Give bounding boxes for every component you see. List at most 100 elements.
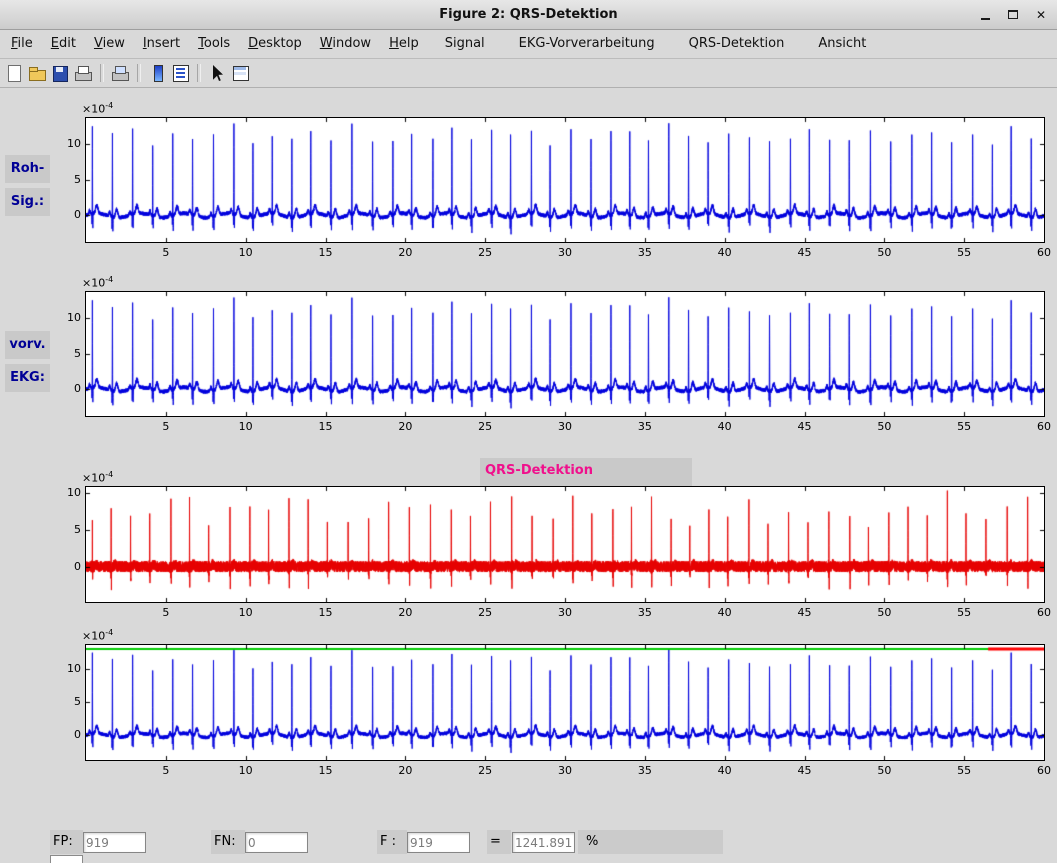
x-tick-label: 50 [872, 764, 896, 777]
x-tick-label: 5 [154, 606, 178, 619]
x-tick-label: 30 [553, 764, 577, 777]
x-tick-label: 40 [713, 606, 737, 619]
y-tick-label: 5 [52, 523, 81, 536]
insert-table-icon[interactable] [230, 63, 251, 83]
y-axis-exponent-label: ×10-4 [82, 628, 113, 643]
raw-signal-label-line1: Roh- [5, 155, 50, 183]
x-tick-label: 40 [713, 246, 737, 259]
y-tick-label: 10 [52, 311, 81, 324]
plot-canvas-detected [86, 645, 1044, 760]
x-tick-label: 45 [793, 606, 817, 619]
new-file-icon[interactable] [4, 63, 25, 83]
plot-detected-beats: 510152025303540455055600510×10-4 [85, 644, 1045, 761]
x-tick-label: 35 [633, 606, 657, 619]
x-tick-label: 55 [952, 246, 976, 259]
x-tick-label: 35 [633, 420, 657, 433]
x-tick-label: 60 [1032, 606, 1056, 619]
maximize-button[interactable] [1005, 7, 1021, 23]
plot-raw-signal: 510152025303540455055600510×10-4 [85, 117, 1045, 243]
percent-label: % [578, 830, 723, 854]
menu-bar: FileEditViewInsertToolsDesktopWindowHelp… [0, 30, 1057, 59]
y-axis-exponent-label: ×10-4 [82, 101, 113, 116]
y-tick-label: 10 [52, 486, 81, 499]
x-tick-label: 30 [553, 606, 577, 619]
x-tick-label: 25 [473, 246, 497, 259]
equals-label: = [487, 830, 511, 854]
y-tick-label: 0 [52, 382, 81, 395]
x-tick-label: 20 [393, 420, 417, 433]
save-icon[interactable] [50, 63, 71, 83]
y-axis-exponent-label: ×10-4 [82, 470, 113, 485]
plot-canvas-raw [86, 118, 1044, 242]
f-field[interactable] [407, 832, 470, 853]
toolbar-separator [100, 64, 104, 82]
x-tick-label: 50 [872, 420, 896, 433]
axes-raw-signal [85, 117, 1045, 243]
menu-item-edit[interactable]: Edit [42, 30, 85, 58]
menu-item-help[interactable]: Help [380, 30, 428, 58]
preprocessed-label-line1: vorv. [5, 331, 50, 359]
qrs-plot-title: QRS-Detektion [480, 458, 692, 486]
edit-plot-pointer-icon[interactable] [207, 63, 228, 83]
plot-preprocessed-ekg: 510152025303540455055600510×10-4 [85, 291, 1045, 417]
x-tick-label: 15 [314, 246, 338, 259]
toolbar-separator [197, 64, 201, 82]
x-tick-label: 25 [473, 606, 497, 619]
cutoff-edit-field[interactable] [50, 855, 83, 863]
menu-item-insert[interactable]: Insert [134, 30, 189, 58]
close-icon: ✕ [1036, 9, 1046, 21]
y-tick-label: 5 [52, 347, 81, 360]
x-tick-label: 25 [473, 764, 497, 777]
x-tick-label: 60 [1032, 764, 1056, 777]
y-axis-exponent-label: ×10-4 [82, 275, 113, 290]
maximize-icon [1008, 10, 1018, 19]
x-tick-label: 40 [713, 420, 737, 433]
ratio-field[interactable] [512, 832, 575, 853]
legend-icon[interactable] [170, 63, 191, 83]
x-tick-label: 45 [793, 764, 817, 777]
print-icon[interactable] [73, 63, 94, 83]
print-preview-icon[interactable] [110, 63, 131, 83]
title-bar[interactable]: Figure 2: QRS-Detektion ✕ [0, 0, 1057, 30]
x-tick-label: 5 [154, 246, 178, 259]
y-tick-label: 0 [52, 208, 81, 221]
minimize-icon [981, 18, 990, 20]
window-controls: ✕ [977, 0, 1049, 29]
menu-item-ekg-vorverarbeitung[interactable]: EKG-Vorverarbeitung [502, 30, 672, 58]
x-tick-label: 10 [234, 764, 258, 777]
window-title: Figure 2: QRS-Detektion [439, 7, 617, 22]
menu-item-window[interactable]: Window [311, 30, 380, 58]
x-tick-label: 20 [393, 764, 417, 777]
menu-item-desktop[interactable]: Desktop [239, 30, 311, 58]
menu-item-ansicht[interactable]: Ansicht [801, 30, 883, 58]
x-tick-label: 50 [872, 246, 896, 259]
menu-item-view[interactable]: View [85, 30, 134, 58]
menu-item-qrs-detektion[interactable]: QRS-Detektion [672, 30, 802, 58]
fp-field[interactable] [83, 832, 146, 853]
x-tick-label: 10 [234, 246, 258, 259]
x-tick-label: 15 [314, 420, 338, 433]
menu-item-tools[interactable]: Tools [189, 30, 239, 58]
x-tick-label: 40 [713, 764, 737, 777]
fn-field[interactable] [245, 832, 308, 853]
menu-item-signal[interactable]: Signal [428, 30, 502, 58]
x-tick-label: 10 [234, 606, 258, 619]
colorbar-icon[interactable] [147, 63, 168, 83]
close-button[interactable]: ✕ [1033, 7, 1049, 23]
menu-item-file[interactable]: File [2, 30, 42, 58]
x-tick-label: 10 [234, 420, 258, 433]
preprocessed-label-line2: EKG: [5, 364, 50, 392]
x-tick-label: 55 [952, 420, 976, 433]
x-tick-label: 20 [393, 246, 417, 259]
open-folder-icon[interactable] [27, 63, 48, 83]
f-label: F : [377, 830, 407, 854]
y-tick-label: 10 [52, 137, 81, 150]
fp-label: FP: [50, 830, 83, 854]
figure-window: Figure 2: QRS-Detektion ✕ FileEditViewIn… [0, 0, 1057, 863]
x-tick-label: 5 [154, 420, 178, 433]
minimize-button[interactable] [977, 7, 993, 23]
raw-signal-label-line2: Sig.: [5, 188, 50, 216]
qrs-plot-title-text: QRS-Detektion [480, 458, 692, 478]
toolbar-separator [137, 64, 141, 82]
plot-canvas-preprocessed [86, 292, 1044, 416]
